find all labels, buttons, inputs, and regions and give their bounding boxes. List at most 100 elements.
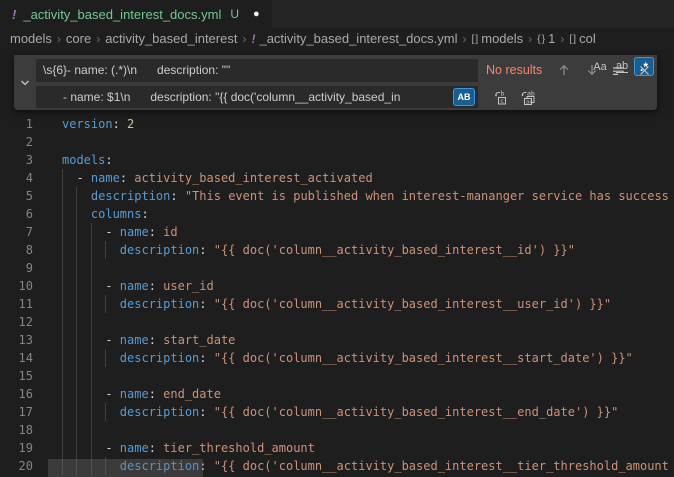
breadcrumb-item-1[interactable]: { }1 <box>537 31 555 46</box>
replace-button[interactable]: b c <box>492 87 512 107</box>
line-number: 2 <box>0 133 33 151</box>
line-number: 1 <box>0 115 33 133</box>
symbol-array-icon: [ ] <box>471 33 477 45</box>
breadcrumb-separator-icon: › <box>57 32 61 46</box>
indent-guide <box>62 367 63 385</box>
code-line[interactable]: 14 description: "{{ doc('column__activit… <box>0 349 674 367</box>
line-number: 13 <box>0 331 33 349</box>
find-results-status: No results <box>486 59 542 82</box>
code-line[interactable]: 18 <box>0 421 674 439</box>
line-number: 16 <box>0 385 33 403</box>
previous-match-button[interactable] <box>554 60 574 80</box>
code-text: - name: start_date <box>62 331 235 349</box>
replace-all-button[interactable]: ab ac <box>518 87 538 107</box>
tab-filename: _activity_based_interest_docs.yml <box>23 7 221 22</box>
code-line[interactable]: 1 version: 2 <box>0 115 674 133</box>
code-line[interactable]: 6 columns: <box>0 205 674 223</box>
indent-guide <box>62 421 63 439</box>
code-line[interactable]: 16 - name: end_date <box>0 385 674 403</box>
code-line[interactable]: 10 - name: user_id <box>0 277 674 295</box>
close-icon <box>638 64 651 77</box>
line-number: 15 <box>0 367 33 385</box>
code-line[interactable]: 19 - name: tier_threshold_amount <box>0 439 674 457</box>
code-text: description: "{{ doc('column__activity_b… <box>62 349 633 367</box>
toggle-replace-button[interactable] <box>14 55 36 110</box>
code-line[interactable]: 15 <box>0 367 674 385</box>
next-match-button[interactable] <box>582 60 602 80</box>
code-text: - name: end_date <box>62 385 221 403</box>
find-in-selection-button[interactable] <box>608 60 628 80</box>
line-number: 20 <box>0 457 33 475</box>
line-number: 12 <box>0 313 33 331</box>
find-input[interactable]: \s{6}- name: (.*)\n description: "" <box>36 59 478 82</box>
git-untracked-badge: U <box>230 7 239 21</box>
code-line[interactable]: 4 - name: activity_based_interest_activa… <box>0 169 674 187</box>
find-replace-widget: \s{6}- name: (.*)\n description: "" Aa a… <box>14 55 657 110</box>
code-line[interactable]: 13 - name: start_date <box>0 331 674 349</box>
line-number: 6 <box>0 205 33 223</box>
svg-text:c: c <box>500 98 504 105</box>
code-text: description: "{{ doc('column__activity_b… <box>62 241 575 259</box>
breadcrumb-label: col <box>579 31 596 46</box>
svg-text:b: b <box>501 90 505 98</box>
breadcrumb-item-core[interactable]: core <box>66 31 91 46</box>
preserve-case-toggle[interactable]: AB <box>453 88 475 106</box>
code-line[interactable]: 17 description: "{{ doc('column__activit… <box>0 403 674 421</box>
indent-guide <box>62 259 63 277</box>
code-text: version: 2 <box>62 115 134 133</box>
code-line[interactable]: 12 <box>0 313 674 331</box>
breadcrumb-separator-icon: › <box>96 32 100 46</box>
breadcrumb-label: activity_based_interest <box>105 31 237 46</box>
code-line[interactable]: 8 description: "{{ doc('column__activity… <box>0 241 674 259</box>
indent-guide <box>76 367 77 385</box>
indent-guide <box>76 421 77 439</box>
breadcrumb-separator-icon: › <box>242 32 246 46</box>
breadcrumb-item-activity_based_interest[interactable]: activity_based_interest <box>105 31 237 46</box>
line-number: 3 <box>0 151 33 169</box>
code-line[interactable]: 11 description: "{{ doc('column__activit… <box>0 295 674 313</box>
line-number: 11 <box>0 295 33 313</box>
unsaved-changes-dot-icon[interactable]: ● <box>253 0 260 28</box>
code-line[interactable]: 5 description: "This event is published … <box>0 187 674 205</box>
line-number: 10 <box>0 277 33 295</box>
indent-guide <box>76 259 77 277</box>
replace-all-icon: ab ac <box>520 89 537 105</box>
tab-bar: ! _activity_based_interest_docs.yml U ● <box>0 0 674 28</box>
yaml-warning-icon: ! <box>251 32 255 46</box>
selection-icon <box>611 63 626 78</box>
close-find-widget-button[interactable] <box>634 60 654 80</box>
breadcrumb-item-models[interactable]: models <box>10 31 52 46</box>
code-text: description: "{{ doc('column__activity_b… <box>62 403 618 421</box>
breadcrumb-separator-icon: › <box>560 32 564 46</box>
code-text: description: "This event is published wh… <box>62 187 669 205</box>
breadcrumb-label: models <box>481 31 523 46</box>
horizontal-scrollbar-thumb[interactable] <box>48 459 203 477</box>
code-line[interactable]: 3 models: <box>0 151 674 169</box>
breadcrumb-item-models[interactable]: [ ] models <box>471 31 523 46</box>
code-text: models: <box>62 151 113 169</box>
code-line[interactable]: 7 - name: id <box>0 223 674 241</box>
tab-active-yaml-file[interactable]: ! _activity_based_interest_docs.yml U ● <box>0 0 272 28</box>
breadcrumb-item-_activity_based_interest_docs.yml[interactable]: !_activity_based_interest_docs.yml <box>251 31 457 46</box>
code-text: columns: <box>62 205 149 223</box>
indent-guide <box>62 313 63 331</box>
indent-guide <box>76 313 77 331</box>
arrow-down-icon <box>585 63 599 77</box>
symbol-array-icon: [ ] <box>569 33 575 45</box>
line-number: 7 <box>0 223 33 241</box>
line-number: 5 <box>0 187 33 205</box>
yaml-file-icon: ! <box>12 7 16 22</box>
breadcrumb-item-col[interactable]: [ ] col <box>569 31 595 46</box>
editor-pane[interactable]: 1 version: 2 23 models:4 - name: activity_b… <box>0 49 674 477</box>
breadcrumb: models › core › activity_based_interest › !_ac… <box>0 28 674 49</box>
replace-input[interactable]: - name: $1\n description: "{{ doc('colum… <box>36 86 478 108</box>
code-text: - name: tier_threshold_amount <box>62 439 315 457</box>
indent-guide <box>91 313 92 331</box>
replace-icon: b c <box>494 89 510 105</box>
breadcrumb-label: 1 <box>548 31 555 46</box>
code-line[interactable]: 9 <box>0 259 674 277</box>
code-line[interactable]: 2 <box>0 133 674 151</box>
arrow-up-icon <box>557 63 571 77</box>
indent-guide <box>91 421 92 439</box>
code-text: description: "{{ doc('column__activity_b… <box>62 295 611 313</box>
